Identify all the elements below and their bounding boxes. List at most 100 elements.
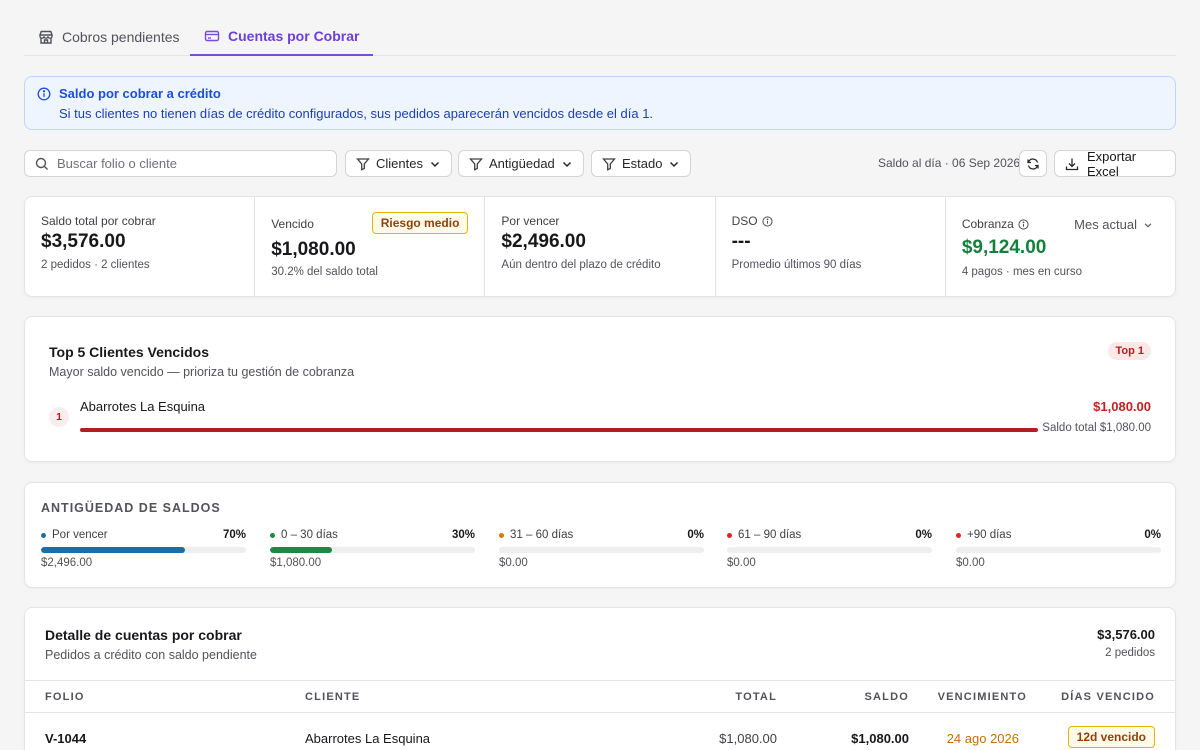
bucket-label: +90 días: [956, 529, 1011, 541]
bucket-label-text: +90 días: [967, 529, 1012, 541]
bucket-percent: 0%: [915, 529, 932, 541]
table-row[interactable]: V-1044 Abarrotes La Esquina $1,080.00 $1…: [25, 714, 1175, 750]
row-folio[interactable]: V-1044: [45, 731, 86, 746]
filter-icon: [469, 157, 483, 171]
row-balance: $1,080.00: [851, 731, 909, 746]
bucket-amount: $0.00: [956, 557, 985, 569]
status-dot: [41, 532, 46, 538]
chevron-down-icon: [429, 158, 441, 170]
kpi-label: Saldo total por cobrar: [41, 214, 156, 228]
tab-bar: Cobros pendientes Cuentas por Cobrar: [24, 18, 1176, 56]
bucket-progress-track: [727, 547, 932, 553]
kpi-upcoming: Por vencer $2,496.00 Aún dentro del plaz…: [485, 197, 716, 296]
bucket-label: 0 – 30 días: [270, 529, 338, 541]
tab-cuentas-por-cobrar[interactable]: Cuentas por Cobrar: [190, 18, 374, 56]
filter-clientes-button[interactable]: Clientes: [345, 150, 452, 177]
chevron-down-icon: [561, 158, 573, 170]
column-header-vencimiento[interactable]: VENCIMIENTO: [938, 691, 1027, 703]
kpi-label: Vencido: [271, 217, 314, 231]
filter-label: Clientes: [376, 156, 423, 171]
bucket-label-text: 61 – 90 días: [738, 529, 802, 541]
client-total-balance: Saldo total $1,080.00: [1042, 422, 1151, 434]
store-icon: [38, 29, 54, 45]
aging-bucket-31-60: 31 – 60 días 0% $0.00: [499, 529, 704, 569]
aging-title: ANTIGÜEDAD DE SALDOS: [41, 501, 221, 515]
card-title: Detalle de cuentas por cobrar: [45, 627, 242, 643]
kpi-value: $9,124.00: [961, 237, 1047, 258]
bucket-label-text: Por vencer: [52, 529, 108, 541]
info-icon[interactable]: [1018, 218, 1029, 230]
aging-bucket-0-30: 0 – 30 días 30% $1,080.00: [270, 529, 475, 569]
table-header: FOLIO CLIENTE TOTAL SALDO VENCIMIENTO DÍ…: [25, 680, 1175, 713]
bucket-amount: $1,080.00: [270, 557, 322, 569]
export-excel-button[interactable]: Exportar Excel: [1054, 148, 1176, 179]
bucket-percent: 70%: [222, 529, 246, 541]
aging-bucket-por-vencer: Por vencer 70% $2,496.00: [41, 529, 246, 569]
period-select[interactable]: Mes actual: [1074, 217, 1153, 232]
bucket-label: 61 – 90 días: [727, 529, 801, 541]
filter-icon: [602, 157, 616, 171]
aging-bucket-61-90: 61 – 90 días 0% $0.00: [727, 529, 932, 569]
kpi-label: DSO: [732, 214, 773, 228]
kpi-label: Cobranza: [962, 217, 1029, 231]
status-dot: [956, 532, 961, 538]
tab-label: Cobros pendientes: [62, 29, 180, 45]
refresh-button[interactable]: [1019, 150, 1047, 177]
receivables-detail-card: Detalle de cuentas por cobrar Pedidos a …: [24, 607, 1176, 750]
bucket-label-text: 31 – 60 días: [510, 529, 574, 541]
aging-bucket-90-plus: +90 días 0% $0.00: [956, 529, 1161, 569]
column-header-total[interactable]: TOTAL: [735, 691, 777, 703]
client-name[interactable]: Abarrotes La Esquina: [80, 399, 205, 414]
banner-title: Saldo por cobrar a crédito: [59, 86, 221, 101]
bucket-progress-track: [41, 547, 246, 553]
column-header-cliente[interactable]: CLIENTE: [305, 691, 360, 703]
risk-badge: Riesgo medio: [371, 212, 469, 234]
status-dot: [499, 532, 504, 538]
search-box: [24, 150, 337, 177]
bucket-percent: 30%: [451, 529, 475, 541]
days-overdue-badge: 12d vencido: [1067, 726, 1155, 748]
card-icon: [204, 28, 220, 44]
bucket-amount: $2,496.00: [41, 557, 93, 569]
detail-count: 2 pedidos: [1105, 647, 1155, 659]
chevron-down-icon: [668, 158, 680, 170]
kpi-overdue: Vencido Riesgo medio $1,080.00 30.2% del…: [255, 197, 486, 296]
export-label: Exportar Excel: [1087, 148, 1137, 179]
kpi-sub: 30.2% del saldo total: [271, 266, 378, 278]
status-dot: [270, 532, 275, 538]
info-icon[interactable]: [762, 215, 773, 227]
bucket-amount: $0.00: [499, 557, 528, 569]
refresh-icon: [1026, 157, 1040, 171]
bucket-progress-fill: [270, 547, 332, 553]
card-title: Top 5 Clientes Vencidos: [49, 344, 210, 360]
download-icon: [1065, 157, 1079, 171]
top-overdue-clients-card: Top 5 Clientes Vencidos Mayor saldo venc…: [24, 316, 1176, 462]
info-icon: [37, 87, 51, 101]
column-header-folio[interactable]: FOLIO: [45, 691, 85, 703]
kpi-value: $2,496.00: [501, 231, 586, 252]
kpi-dso: DSO --- Promedio últimos 90 días: [716, 197, 946, 296]
bucket-percent: 0%: [687, 529, 704, 541]
search-icon: [35, 157, 49, 171]
filter-icon: [356, 157, 370, 171]
bucket-percent: 0%: [1144, 529, 1161, 541]
bucket-amount: $0.00: [727, 557, 756, 569]
filter-estado-button[interactable]: Estado: [591, 150, 692, 177]
tab-cobros-pendientes[interactable]: Cobros pendientes: [24, 18, 194, 56]
kpi-label-text: Cobranza: [961, 217, 1014, 231]
search-input[interactable]: [57, 156, 327, 171]
bucket-label-text: 0 – 30 días: [281, 529, 338, 541]
bucket-progress-track: [499, 547, 704, 553]
banner-text: Si tus clientes no tienen días de crédit…: [59, 106, 654, 121]
kpi-sub: Aún dentro del plazo de crédito: [501, 259, 661, 271]
period-label: Mes actual: [1074, 217, 1138, 232]
kpi-summary: Saldo total por cobrar $3,576.00 2 pedid…: [24, 196, 1176, 297]
kpi-label: Por vencer: [501, 214, 560, 228]
filter-antiguedad-button[interactable]: Antigüedad: [458, 150, 584, 177]
info-banner: Saldo por cobrar a crédito Si tus client…: [24, 76, 1176, 130]
filter-label: Estado: [622, 156, 663, 171]
column-header-saldo[interactable]: SALDO: [865, 691, 910, 703]
balance-as-of-date: Saldo al día · 06 Sep 2026: [878, 156, 1021, 170]
kpi-sub: 2 pedidos · 2 clientes: [41, 259, 150, 271]
column-header-dias-vencido[interactable]: DÍAS VENCIDO: [1061, 691, 1155, 703]
